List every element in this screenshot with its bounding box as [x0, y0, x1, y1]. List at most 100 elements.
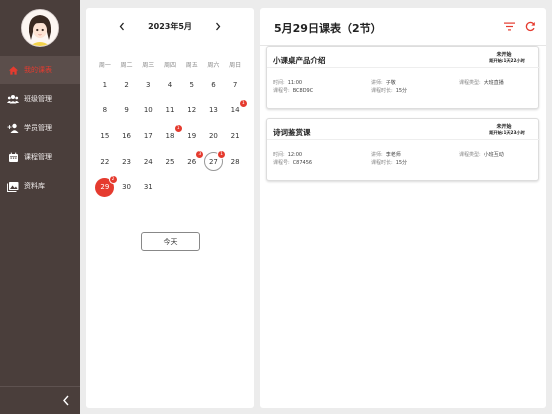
meta-label: 课程号: [273, 88, 290, 94]
sidebar: 我的课表 班级管理 学员管理 课程管理 资料库 [0, 0, 80, 414]
meta-label: 讲师: [371, 152, 383, 158]
calendar-day[interactable]: 20 [203, 123, 225, 149]
day-number: 1 [102, 80, 108, 89]
calendar-day[interactable]: 15 [94, 123, 116, 149]
calendar-day[interactable]: 19 [181, 123, 203, 149]
calendar-day[interactable]: 9 [116, 98, 138, 124]
refresh-button[interactable] [524, 20, 536, 32]
calendar-grid: 1 2 3 4 5 6 7 8 9 10 11 12 13 14 1 15 16 17 18 1 19 20 21 22 23 2… [94, 72, 248, 200]
meta-value: 小班互动 [483, 152, 504, 158]
meta-value: 大班直播 [483, 80, 504, 86]
calendar-day[interactable]: 21 [224, 123, 246, 149]
day-number: 8 [102, 106, 108, 115]
course-card[interactable]: 诗词鉴赏课 未开始 距开始:1天23小时 时间: 12:00 课程号: C87456 讲师: 李… [266, 118, 540, 181]
sidebar-item-label: 班级管理 [24, 95, 52, 103]
add-user-icon [7, 122, 19, 134]
weekday-label: 周一 [98, 62, 111, 69]
calendar-day-selected[interactable]: 29 2 [94, 174, 118, 200]
schedule-panel: 5月29日课表（2节） 小课桌产品介绍 未开始 距开始:1天22小时 时间: 11:00… [260, 8, 546, 408]
day-number: 19 [187, 131, 197, 140]
course-type: 课程类型: 大班直播 [459, 79, 504, 86]
course-code: 课程号: BC8D9C [273, 87, 313, 94]
course-code: 课程号: C87456 [273, 159, 312, 166]
today-button[interactable]: 今天 [141, 232, 200, 251]
image-library-icon [7, 180, 19, 192]
avatar[interactable] [21, 9, 59, 47]
chevron-left-icon [62, 391, 70, 410]
filter-button[interactable] [503, 20, 515, 32]
meta-label: 课程时长: [371, 160, 393, 166]
day-number: 17 [143, 131, 153, 140]
lesson-count-badge: 1 [238, 98, 248, 108]
calendar-day[interactable]: 3 [137, 72, 159, 98]
meta-value: 子敬 [385, 80, 396, 86]
weekday-label: 周五 [185, 62, 198, 69]
sidebar-item-class-management[interactable]: 班级管理 [0, 85, 80, 113]
prev-month-button[interactable] [114, 22, 130, 31]
calendar-day[interactable]: 18 1 [159, 123, 183, 149]
day-number: 20 [208, 131, 218, 140]
day-number: 21 [230, 131, 240, 140]
meta-label: 时间: [273, 152, 285, 158]
meta-value: C87456 [292, 160, 313, 166]
sidebar-item-course-management[interactable]: 课程管理 [0, 143, 80, 171]
chevron-right-icon [216, 22, 221, 30]
calendar-day[interactable]: 24 [137, 149, 159, 175]
weekday-label: 周四 [163, 62, 176, 69]
meta-value: 12:00 [287, 152, 303, 158]
refresh-icon [525, 21, 535, 31]
home-icon [7, 64, 19, 76]
day-number: 24 [143, 157, 153, 166]
next-month-button[interactable] [210, 22, 226, 31]
sidebar-item-my-schedule[interactable]: 我的课表 [0, 56, 80, 84]
sidebar-item-library[interactable]: 资料库 [0, 172, 80, 200]
course-duration: 课程时长: 15分 [371, 87, 407, 94]
calendar-day[interactable]: 2 [116, 72, 138, 98]
calendar-day[interactable]: 14 1 [224, 98, 248, 124]
countdown-text: 距开始:1天22小时 [489, 58, 525, 63]
day-number: 2 [124, 80, 129, 89]
calendar-day[interactable]: 16 [116, 123, 138, 149]
calendar-day[interactable]: 5 [181, 72, 203, 98]
calendar-day-today[interactable]: 27 1 [203, 149, 227, 175]
calendar-day[interactable]: 8 [94, 98, 116, 124]
course-teacher: 讲师: 子敬 [371, 79, 396, 86]
calendar-day[interactable]: 11 [159, 98, 181, 124]
calendar-day[interactable]: 6 [203, 72, 225, 98]
calendar-day[interactable]: 4 [159, 72, 181, 98]
divider [267, 139, 540, 140]
calendar-day[interactable]: 22 [94, 149, 116, 175]
calendar-day[interactable]: 26 3 [181, 149, 205, 175]
meta-value: BC8D9C [292, 88, 314, 94]
group-icon [7, 93, 19, 105]
calendar-day[interactable]: 17 [137, 123, 159, 149]
calendar-day[interactable]: 28 [224, 149, 246, 175]
day-number: 9 [124, 106, 129, 115]
calendar-panel: 2023年5月 周一 周二 周三 周四 周五 周六 周日 1 2 3 4 5 6 7 8 9 10 11 12 13… [86, 8, 254, 408]
sidebar-item-label: 资料库 [24, 182, 45, 190]
calendar-day[interactable]: 25 [159, 149, 181, 175]
course-title: 诗词鉴赏课 [273, 128, 311, 137]
calendar-day[interactable]: 13 [203, 98, 225, 124]
schedule-toolbar [503, 20, 536, 32]
meta-label: 课程时长: [371, 88, 393, 94]
day-number: 15 [100, 131, 110, 140]
day-number: 23 [122, 157, 132, 166]
day-number: 5 [189, 80, 194, 89]
calendar-header: 2023年5月 [86, 8, 254, 44]
meta-label: 课程类型: [459, 152, 481, 158]
course-duration: 课程时长: 15分 [371, 159, 407, 166]
calendar-day[interactable]: 23 [116, 149, 138, 175]
sidebar-item-student-management[interactable]: 学员管理 [0, 114, 80, 142]
course-card[interactable]: 小课桌产品介绍 未开始 距开始:1天22小时 时间: 11:00 课程号: BC8D9C 讲师… [266, 46, 540, 109]
calendar-day[interactable]: 31 [137, 174, 159, 200]
sidebar-collapse-button[interactable] [0, 386, 80, 414]
calendar-day[interactable]: 30 [116, 174, 138, 200]
day-number: 30 [122, 183, 132, 192]
calendar-day[interactable]: 1 [94, 72, 116, 98]
calendar-day[interactable]: 10 [137, 98, 159, 124]
meta-label: 课程类型: [459, 80, 481, 86]
calendar-day[interactable]: 12 [181, 98, 203, 124]
calendar-month-label: 2023年5月 [148, 21, 192, 31]
calendar-day[interactable]: 7 [224, 72, 246, 98]
